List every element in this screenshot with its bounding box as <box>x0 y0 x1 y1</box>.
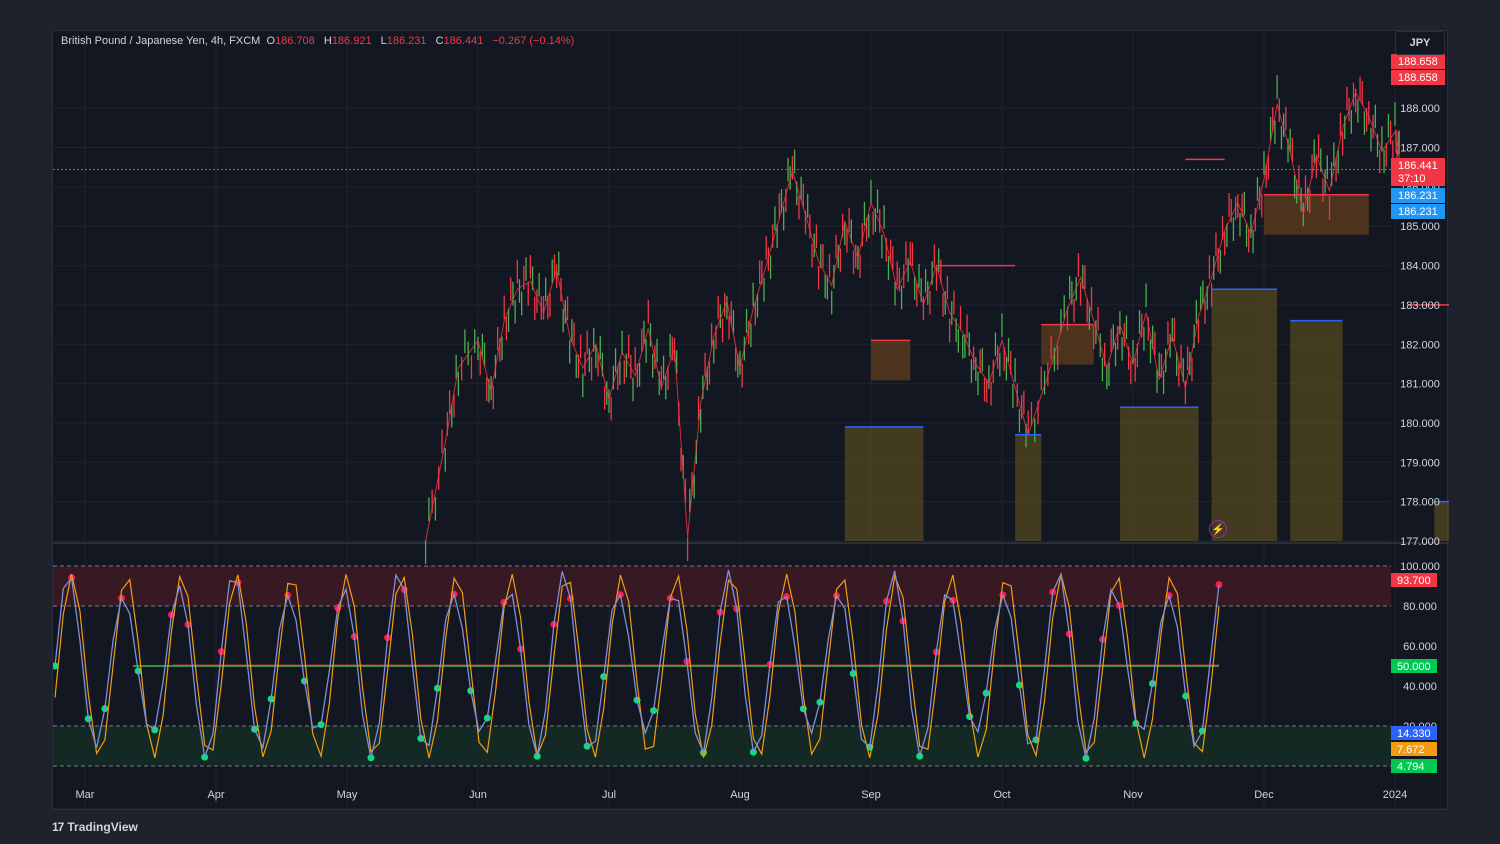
currency-button[interactable]: JPY <box>1395 31 1445 55</box>
price-tag-support: 186.231 <box>1398 190 1438 202</box>
time-tick-label: Jun <box>469 789 487 801</box>
osc-tick-label: 100.000 <box>1400 561 1440 573</box>
time-tick-label: Mar <box>76 789 95 801</box>
price-tick-label: 187.000 <box>1400 143 1440 155</box>
close-value: 186.441 <box>443 35 484 47</box>
price-tick-label: 180.000 <box>1400 418 1440 430</box>
open-value: 186.708 <box>275 35 315 47</box>
change-value: −0.267 (−0.14%) <box>492 35 575 47</box>
time-tick-label: Aug <box>730 789 750 801</box>
time-tick-label: Apr <box>207 789 224 801</box>
demand-zone <box>1290 320 1343 541</box>
osc-tag-mid: 50.000 <box>1397 661 1431 673</box>
tradingview-logo-icon: 17 <box>52 820 64 834</box>
price-tag-last: 186.441 <box>1398 160 1438 172</box>
osc-tag-overbought: 93.700 <box>1397 575 1431 587</box>
price-tick-label: 184.000 <box>1400 261 1440 273</box>
brand-name: TradingView <box>67 820 138 834</box>
demand-zone <box>1211 289 1278 541</box>
price-tick-label: 182.000 <box>1400 339 1440 351</box>
supply-zone <box>871 340 911 381</box>
high-value: 186.921 <box>331 35 372 47</box>
price-tag-resistance: 188.658 <box>1398 56 1438 68</box>
open-label: O <box>266 35 276 47</box>
price-tick-label: 183.000 <box>1400 300 1440 312</box>
low-label: L <box>380 35 387 47</box>
osc-tag-oversold: 4.794 <box>1397 761 1425 773</box>
price-tag-countdown: 37:10 <box>1398 173 1426 185</box>
chart-frame[interactable]: 177.000 178.000 179.000 180.000 181.000 182.0… <box>52 30 1449 811</box>
close-label: C <box>435 35 444 47</box>
price-tick-label: 181.000 <box>1400 379 1440 391</box>
time-tick-label: May <box>337 789 358 801</box>
time-tick-label: Sep <box>861 789 881 801</box>
demand-zone <box>844 426 924 541</box>
price-tag-support: 186.231 <box>1398 206 1438 218</box>
chart-canvas[interactable]: 177.000 178.000 179.000 180.000 181.000 182.0… <box>53 31 1449 811</box>
time-tick-label: Nov <box>1123 789 1143 801</box>
high-label: H <box>323 35 332 47</box>
price-tick-label: 177.000 <box>1400 536 1440 548</box>
tradingview-brand[interactable]: 17 TradingView <box>52 820 138 834</box>
supply-zone <box>1264 194 1369 235</box>
time-tick-label: Oct <box>993 789 1010 801</box>
symbol-legend: British Pound / Japanese Yen, 4h, FXCM O… <box>61 35 574 47</box>
osc-tag-oscillator: 14.330 <box>1397 728 1431 740</box>
demand-zone <box>1015 434 1042 541</box>
supply-zone <box>1041 324 1094 365</box>
osc-tag-signal: 7.672 <box>1397 744 1425 756</box>
price-tick-label: 185.000 <box>1400 221 1440 233</box>
osc-tick-label: 80.000 <box>1403 601 1437 613</box>
osc-tick-label: 40.000 <box>1403 681 1437 693</box>
time-tick-label: 2024 <box>1383 789 1407 801</box>
symbol-title: British Pound / Japanese Yen, 4h, FXCM <box>61 35 261 47</box>
price-tick-label: 178.000 <box>1400 497 1440 509</box>
osc-tick-label: 60.000 <box>1403 641 1437 653</box>
demand-zone <box>1119 407 1199 541</box>
price-tick-label: 179.000 <box>1400 457 1440 469</box>
low-value: 186.231 <box>386 35 427 47</box>
price-tag-resistance: 188.658 <box>1398 72 1438 84</box>
time-tick-label: Dec <box>1254 789 1274 801</box>
price-tick-label: 188.000 <box>1400 103 1440 115</box>
lightning-icon[interactable]: ⚡ <box>1209 520 1227 538</box>
time-tick-label: Jul <box>602 789 616 801</box>
